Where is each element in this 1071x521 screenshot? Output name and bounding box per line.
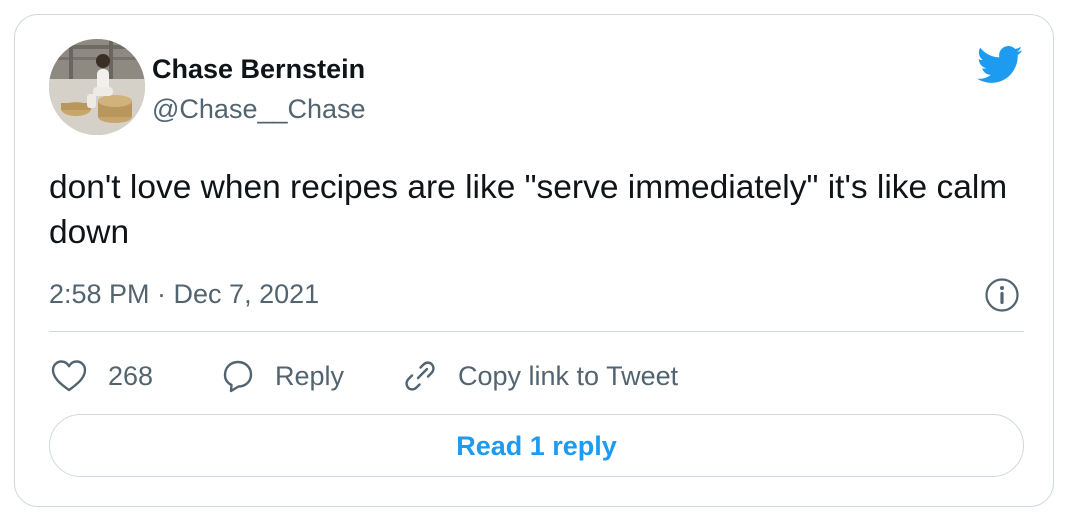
info-icon[interactable] <box>984 277 1020 313</box>
copy-link-button[interactable]: Copy link to Tweet <box>402 356 678 396</box>
speech-bubble-icon <box>219 358 255 394</box>
tweet-card: Chase Bernstein @Chase__Chase don't love… <box>14 14 1054 507</box>
twitter-bird-icon[interactable] <box>976 45 1023 85</box>
like-count: 268 <box>108 361 154 391</box>
like-button[interactable]: 268 <box>51 356 153 396</box>
action-bar: 268 Reply Copy link to Tweet <box>49 356 1024 396</box>
read-reply-button[interactable]: Read 1 reply <box>49 414 1024 477</box>
reply-label: Reply <box>275 361 345 391</box>
heart-icon <box>51 359 87 393</box>
author-handle[interactable]: @Chase__Chase <box>152 92 366 126</box>
copy-link-label: Copy link to Tweet <box>458 361 679 391</box>
avatar-photo <box>49 39 145 135</box>
reply-button[interactable]: Reply <box>219 356 344 396</box>
avatar[interactable] <box>49 39 145 135</box>
link-icon <box>402 358 438 394</box>
timestamp[interactable]: 2:58 PM · Dec 7, 2021 <box>49 277 319 311</box>
author-name[interactable]: Chase Bernstein <box>152 52 365 86</box>
divider <box>49 331 1024 332</box>
tweet-text: don't love when recipes are like "serve … <box>49 169 1008 251</box>
read-reply-label: Read 1 reply <box>456 430 617 461</box>
